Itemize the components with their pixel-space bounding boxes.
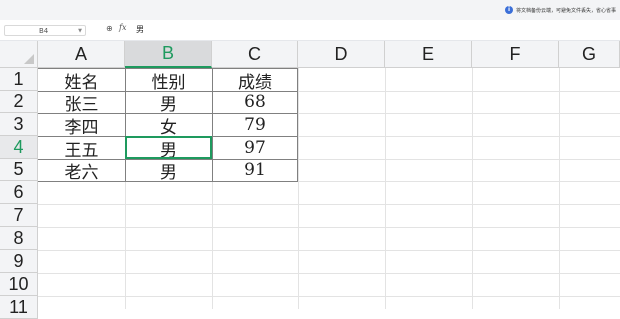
select-all-corner[interactable] [0, 41, 38, 68]
notice-text: 将文档备份云端，可避免文件丢失，省心省事 [515, 7, 616, 14]
cell-reference: B4 [39, 27, 49, 35]
formula-input[interactable]: 男 [136, 24, 144, 35]
row-header-10[interactable]: 10 [0, 273, 38, 296]
row-header-8[interactable]: 8 [0, 227, 38, 250]
column-header-g[interactable]: G [559, 41, 620, 68]
cell-b2[interactable]: 男 [125, 91, 212, 115]
gridline [38, 250, 620, 251]
cell-c5[interactable]: 91 [212, 159, 298, 181]
row-header-1[interactable]: 1 [0, 68, 38, 91]
cell-a4[interactable]: 王五 [38, 137, 125, 161]
column-header-e[interactable]: E [385, 41, 472, 68]
row-header-5[interactable]: 5 [0, 159, 38, 181]
name-box[interactable]: B4 ▼ [4, 25, 86, 36]
row-header-7[interactable]: 7 [0, 204, 38, 227]
active-cell-indicator[interactable] [125, 136, 212, 159]
column-header-c[interactable]: C [212, 41, 298, 68]
row-header-4[interactable]: 4 [0, 136, 38, 159]
cell-c3[interactable]: 79 [212, 114, 298, 136]
cell-c4[interactable]: 97 [212, 137, 298, 159]
cell-a5[interactable]: 老六 [38, 159, 125, 183]
column-header-f[interactable]: F [472, 41, 559, 68]
gridline [38, 296, 620, 297]
cell-c2[interactable]: 68 [212, 91, 298, 113]
row-header-3[interactable]: 3 [0, 113, 38, 136]
formula-bar: B4 ▼ ⊕ fx 男 [0, 20, 620, 41]
column-header-d[interactable]: D [298, 41, 385, 68]
chevron-down-icon[interactable]: ▼ [78, 26, 82, 37]
cell-b3[interactable]: 女 [125, 114, 212, 138]
cell-a1[interactable]: 姓名 [38, 69, 125, 93]
cell-a3[interactable]: 李四 [38, 114, 125, 138]
cell-a2[interactable]: 张三 [38, 91, 125, 115]
gridline [38, 204, 620, 205]
gridline [38, 273, 620, 274]
cell-b5[interactable]: 男 [125, 159, 212, 183]
notice-bar: i 将文档备份云端，可避免文件丢失，省心省事 [0, 0, 620, 20]
cell-c1[interactable]: 成绩 [212, 69, 298, 93]
row-header-2[interactable]: 2 [0, 91, 38, 113]
info-icon: i [504, 6, 513, 14]
column-header-b[interactable]: B [125, 41, 212, 68]
cell-b1[interactable]: 性别 [125, 69, 212, 93]
gridline [38, 227, 620, 228]
row-header-9[interactable]: 9 [0, 250, 38, 273]
backup-notice[interactable]: i 将文档备份云端，可避免文件丢失，省心省事 [504, 3, 616, 17]
zoom-icon[interactable]: ⊕ [106, 24, 113, 33]
row-header-11[interactable]: 11 [0, 296, 38, 319]
function-icon[interactable]: fx [119, 23, 126, 32]
row-header-6[interactable]: 6 [0, 181, 38, 204]
spreadsheet-grid[interactable]: A B C D E F G 1 2 3 4 5 6 7 8 9 10 11 姓名… [0, 41, 620, 319]
column-header-a[interactable]: A [38, 41, 125, 68]
